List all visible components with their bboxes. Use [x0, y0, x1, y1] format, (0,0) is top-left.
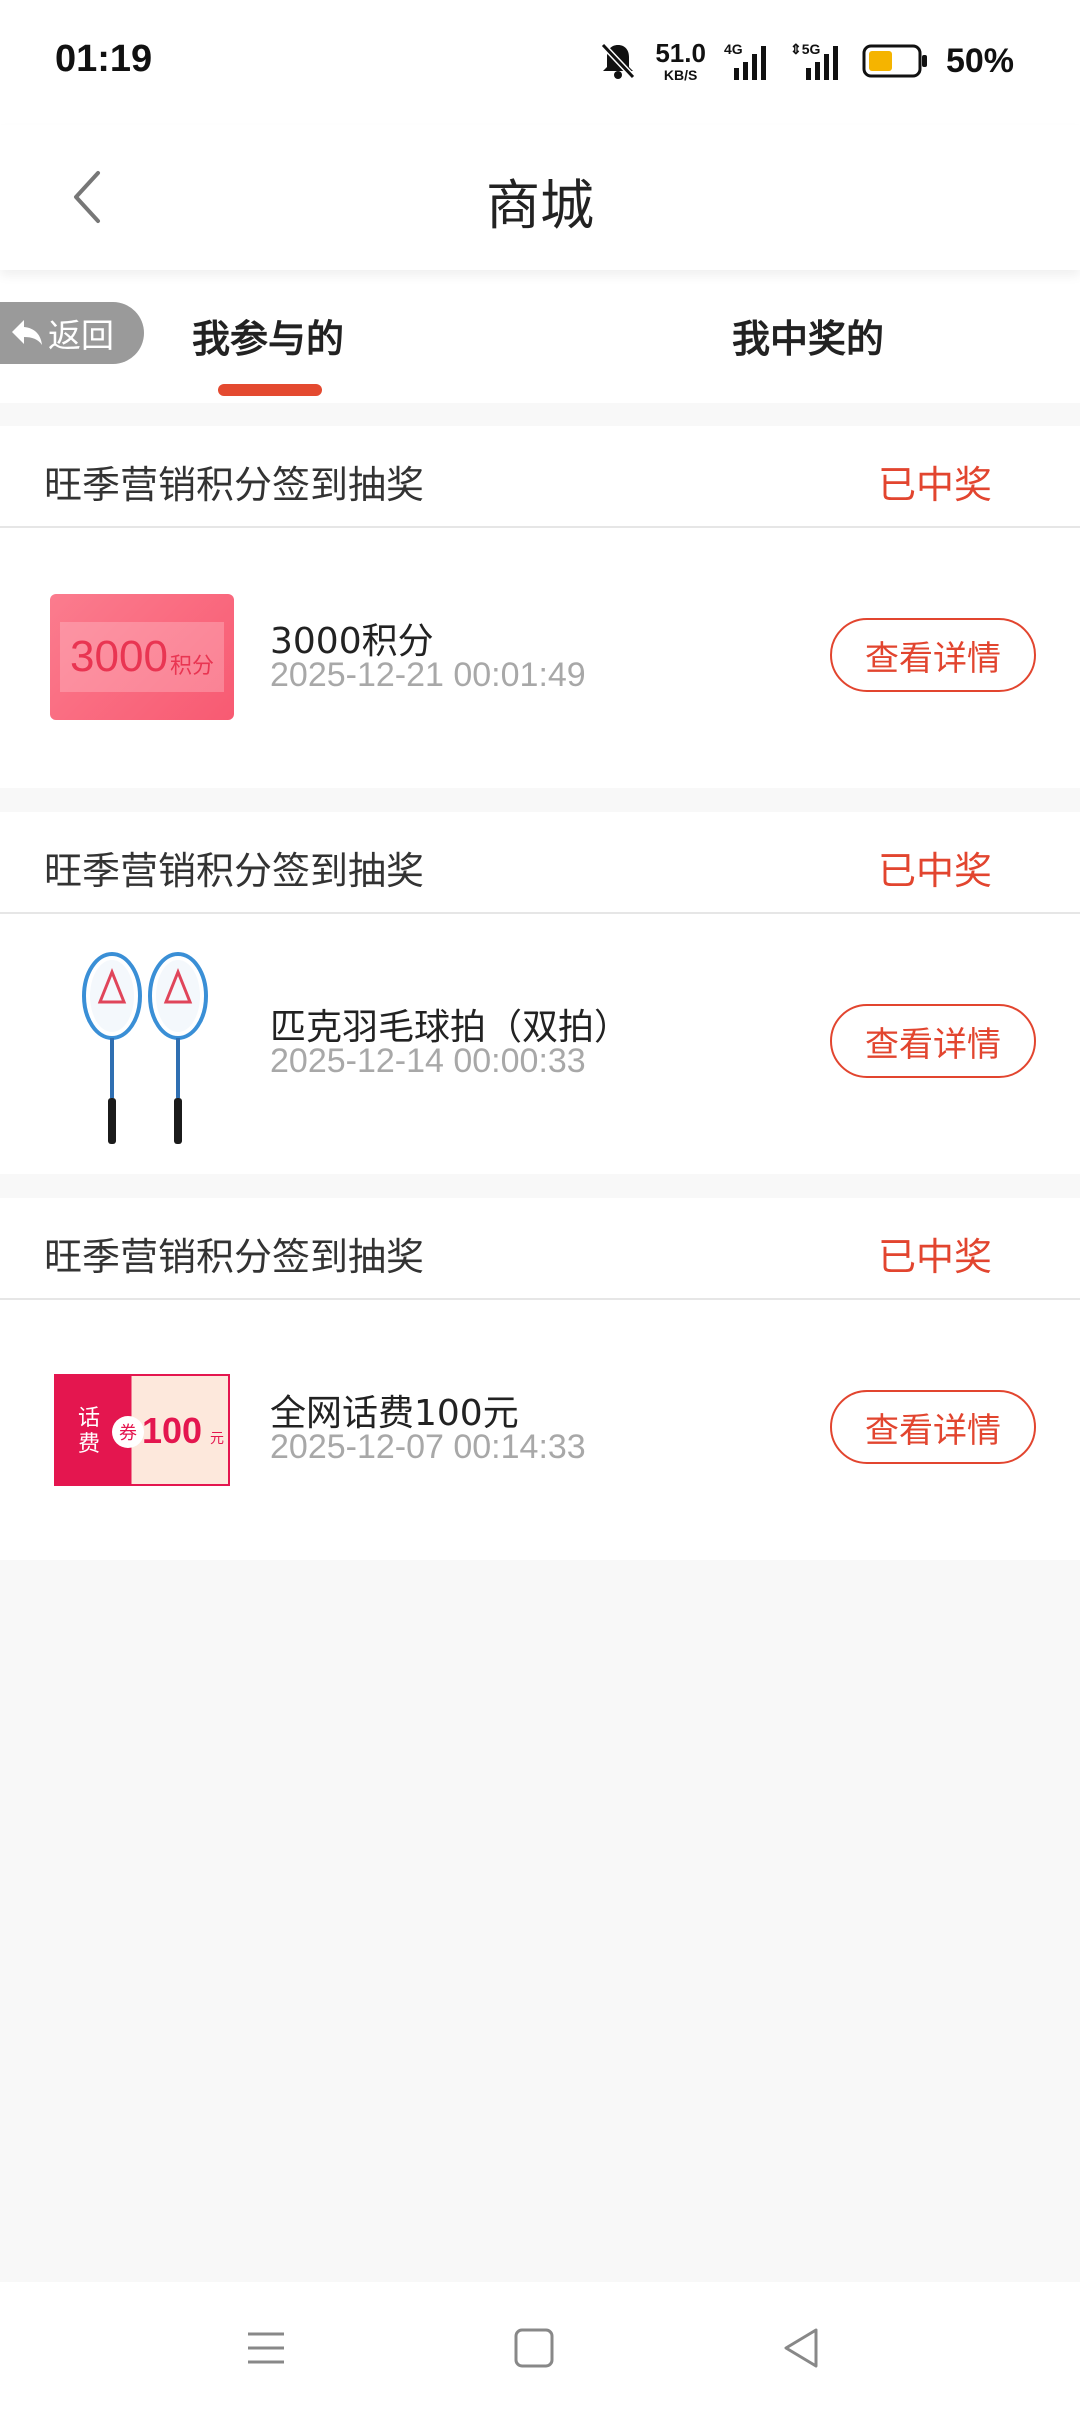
battery-percent: 50% [945, 41, 1014, 80]
tab-won[interactable]: 我中奖的 [732, 308, 884, 363]
status-icons: 51.0 KB/S 4G ⇕5G 50% [599, 36, 1014, 86]
view-details-button[interactable]: 查看详情 [830, 1390, 1036, 1464]
coupon-label: 话费 [78, 1406, 101, 1457]
signal-4g-icon: 4G [724, 41, 766, 80]
thumb-number: 3000 [70, 632, 168, 681]
badminton-racket-image [82, 952, 208, 1144]
win-status: 已中奖 [877, 1235, 992, 1279]
return-button[interactable]: 返回 [0, 302, 144, 364]
card-body: 话费 券 100 元 全网话费100元 2025-12-07 00:14:33 … [0, 1300, 1080, 1558]
return-label: 返回 [48, 316, 114, 355]
phone-credit-coupon-thumbnail: 话费 券 100 元 [54, 1374, 230, 1486]
network-speed: 51.0 KB/S [655, 38, 706, 83]
activity-name: 旺季营销积分签到抽奖 [44, 849, 425, 893]
return-arrow-icon [12, 320, 42, 345]
menu-icon[interactable] [240, 2322, 292, 2374]
status-bar: 01:19 51.0 KB/S 4G ⇕5G 50% [0, 0, 1080, 125]
thumb-unit: 积分 [169, 654, 214, 679]
system-nav-bar [0, 2282, 1080, 2414]
tab-participated[interactable]: 我参与的 [192, 308, 344, 363]
svg-text:4G: 4G [724, 41, 743, 57]
svg-text:⇕5G: ⇕5G [790, 41, 821, 57]
view-details-button[interactable]: 查看详情 [830, 618, 1036, 692]
view-details-button[interactable]: 查看详情 [830, 1004, 1036, 1078]
status-time: 01:19 [55, 38, 153, 80]
list-item: 旺季营销积分签到抽奖 已中奖 3000 积分 3000积分 2025-12-21… [0, 426, 1080, 788]
prize-time: 2025-12-07 00:14:33 [270, 1428, 586, 1466]
back-triangle-icon[interactable] [776, 2322, 828, 2374]
page-title: 商城 [486, 174, 594, 237]
activity-name: 旺季营销积分签到抽奖 [44, 463, 425, 507]
card-header: 旺季营销积分签到抽奖 已中奖 [0, 426, 1080, 528]
mute-bell-icon [601, 42, 636, 80]
active-tab-indicator [218, 384, 322, 396]
card-body: 3000 积分 3000积分 2025-12-21 00:01:49 查看详情 [0, 528, 1080, 786]
prize-time: 2025-12-14 00:00:33 [270, 1042, 586, 1080]
coupon-amount: 100 [142, 1410, 203, 1451]
app-header: 商城 [0, 125, 1080, 270]
card-body: 匹克羽毛球拍（双拍） 2025-12-14 00:00:33 查看详情 [0, 914, 1080, 1172]
win-status: 已中奖 [877, 463, 992, 507]
home-square-icon[interactable] [508, 2322, 560, 2374]
coupon-unit: 元 [210, 1431, 224, 1447]
list-item: 旺季营销积分签到抽奖 已中奖 话费 券 100 元 全网话费100元 2025-… [0, 1198, 1080, 1560]
signal-5g-icon: ⇕5G [790, 41, 838, 80]
list-item: 旺季营销积分签到抽奖 已中奖 匹克羽毛球拍（双拍） 2025-12-14 00:… [0, 812, 1080, 1174]
win-status: 已中奖 [877, 849, 992, 893]
battery-icon [862, 44, 927, 78]
activity-name: 旺季营销积分签到抽奖 [44, 1235, 425, 1279]
coupon-badge: 券 [112, 1416, 144, 1448]
card-header: 旺季营销积分签到抽奖 已中奖 [0, 812, 1080, 914]
card-header: 旺季营销积分签到抽奖 已中奖 [0, 1198, 1080, 1300]
points-thumbnail: 3000 积分 [50, 594, 234, 720]
tab-bar: 返回 我参与的 我中奖的 [0, 270, 1080, 403]
prize-time: 2025-12-21 00:01:49 [270, 656, 586, 694]
